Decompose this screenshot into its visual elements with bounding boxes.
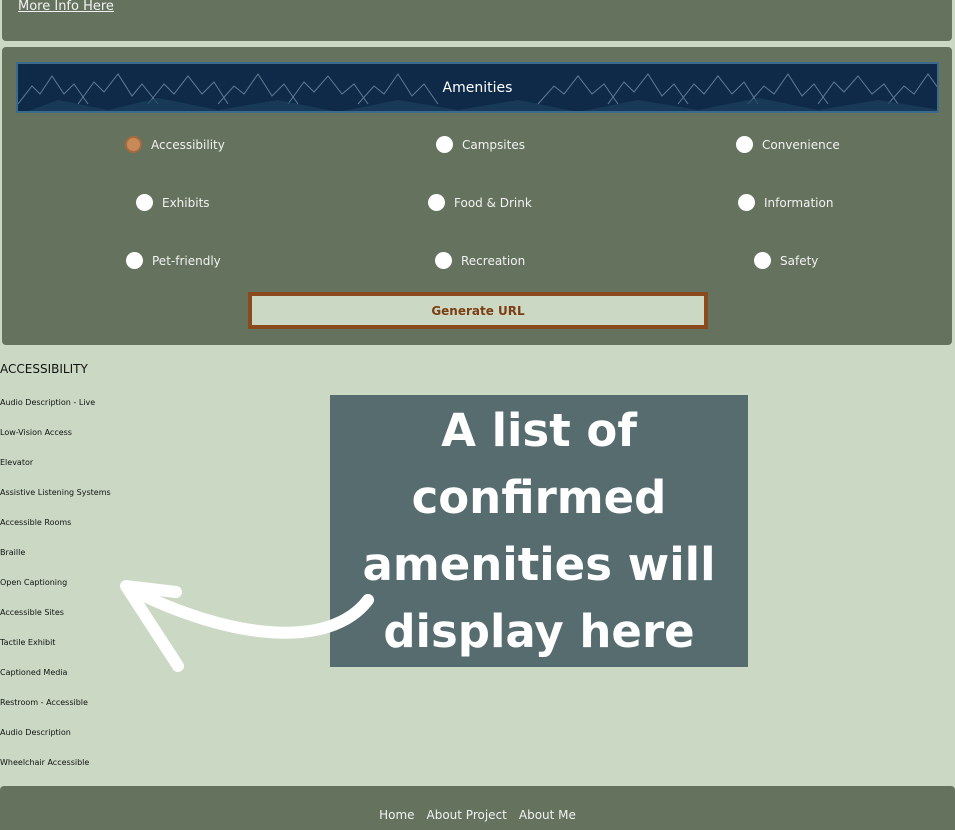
radio-icon[interactable]: [126, 252, 143, 269]
radio-icon[interactable]: [136, 194, 153, 211]
amenity-list-item: Low-Vision Access: [0, 428, 72, 437]
radio-icon[interactable]: [736, 136, 753, 153]
top-panel: More Info Here: [2, 0, 952, 41]
callout-line: amenities will: [362, 538, 716, 591]
amenity-list-item: Audio Description - Live: [0, 398, 96, 407]
amenity-list-item: Accessible Rooms: [0, 518, 72, 527]
radio-icon[interactable]: [754, 252, 771, 269]
callout-line: A list of: [441, 404, 637, 457]
amenity-list-item: Captioned Media: [0, 668, 68, 677]
amenities-panel: Amenities Accessibility Campsites Conven…: [2, 47, 952, 345]
amenity-list-item: Tactile Exhibit: [0, 638, 56, 647]
footer-link-home[interactable]: Home: [379, 808, 414, 822]
option-label: Recreation: [461, 253, 526, 268]
amenity-list-item: Wheelchair Accessible: [0, 758, 90, 767]
radio-icon[interactable]: [436, 136, 453, 153]
radio-icon[interactable]: [428, 194, 445, 211]
amenity-list-item: Audio Description: [0, 728, 71, 737]
option-label: Accessibility: [151, 137, 225, 152]
callout-line: confirmed: [411, 471, 667, 524]
option-safety[interactable]: Safety: [754, 252, 818, 269]
generate-url-button[interactable]: Generate URL: [248, 292, 708, 329]
callout-line: display here: [383, 605, 695, 658]
footer: Home About Project About Me: [0, 786, 955, 830]
amenity-list-item: Open Captioning: [0, 578, 68, 587]
results-category-title: ACCESSIBILITY: [0, 362, 88, 376]
more-info-link[interactable]: More Info Here: [18, 0, 114, 14]
option-label: Exhibits: [162, 195, 210, 210]
option-label: Campsites: [462, 137, 525, 152]
footer-link-about-me[interactable]: About Me: [519, 808, 576, 822]
option-exhibits[interactable]: Exhibits: [136, 194, 210, 211]
curved-arrow-icon: [120, 580, 374, 672]
amenities-banner: Amenities: [16, 62, 939, 113]
amenity-list-item: Braille: [0, 548, 26, 557]
radio-icon[interactable]: [435, 252, 452, 269]
amenity-list-item: Restroom - Accessible: [0, 698, 88, 707]
callout-text: A list of confirmed amenities will displ…: [363, 397, 716, 665]
footer-link-about-project[interactable]: About Project: [427, 808, 507, 822]
option-label: Information: [764, 195, 834, 210]
amenities-title: Amenities: [442, 79, 513, 96]
option-recreation[interactable]: Recreation: [435, 252, 525, 269]
option-label: Pet-friendly: [152, 253, 221, 268]
radio-selected-icon[interactable]: [125, 136, 142, 153]
option-convenience[interactable]: Convenience: [736, 136, 840, 153]
amenity-list-item: Accessible Sites: [0, 608, 64, 617]
option-food-drink[interactable]: Food & Drink: [428, 194, 532, 211]
callout-box: A list of confirmed amenities will displ…: [330, 395, 748, 667]
radio-icon[interactable]: [738, 194, 755, 211]
option-accessibility[interactable]: Accessibility: [125, 136, 225, 153]
option-label: Convenience: [762, 137, 840, 152]
option-campsites[interactable]: Campsites: [436, 136, 525, 153]
option-label: Safety: [780, 253, 819, 268]
amenity-list-item: Elevator: [0, 458, 34, 467]
option-information[interactable]: Information: [738, 194, 833, 211]
option-pet-friendly[interactable]: Pet-friendly: [126, 252, 221, 269]
option-label: Food & Drink: [454, 195, 532, 210]
amenity-list-item: Assistive Listening Systems: [0, 488, 111, 497]
